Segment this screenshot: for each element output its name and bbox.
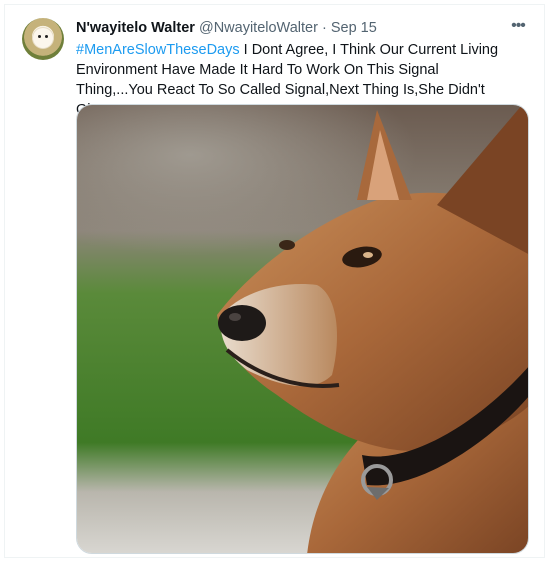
- author-name[interactable]: N'wayitelo Walter: [76, 20, 195, 36]
- puppy-avatar-icon: [33, 28, 53, 48]
- tweet-card[interactable]: N'wayitelo Walter @NwayiteloWalter · Sep…: [4, 4, 545, 558]
- author-avatar[interactable]: [22, 18, 64, 60]
- more-options-icon[interactable]: •••: [508, 16, 528, 36]
- tweet-header: N'wayitelo Walter @NwayiteloWalter · Sep…: [76, 16, 528, 38]
- tweet-media-image[interactable]: [76, 104, 529, 554]
- dog-photo: [77, 105, 528, 553]
- header-separator: ·: [321, 20, 327, 36]
- hashtag-link[interactable]: #MenAreSlowTheseDays: [76, 42, 240, 58]
- tweet-timestamp[interactable]: Sep 15: [331, 20, 377, 36]
- author-handle[interactable]: @NwayiteloWalter: [199, 20, 318, 36]
